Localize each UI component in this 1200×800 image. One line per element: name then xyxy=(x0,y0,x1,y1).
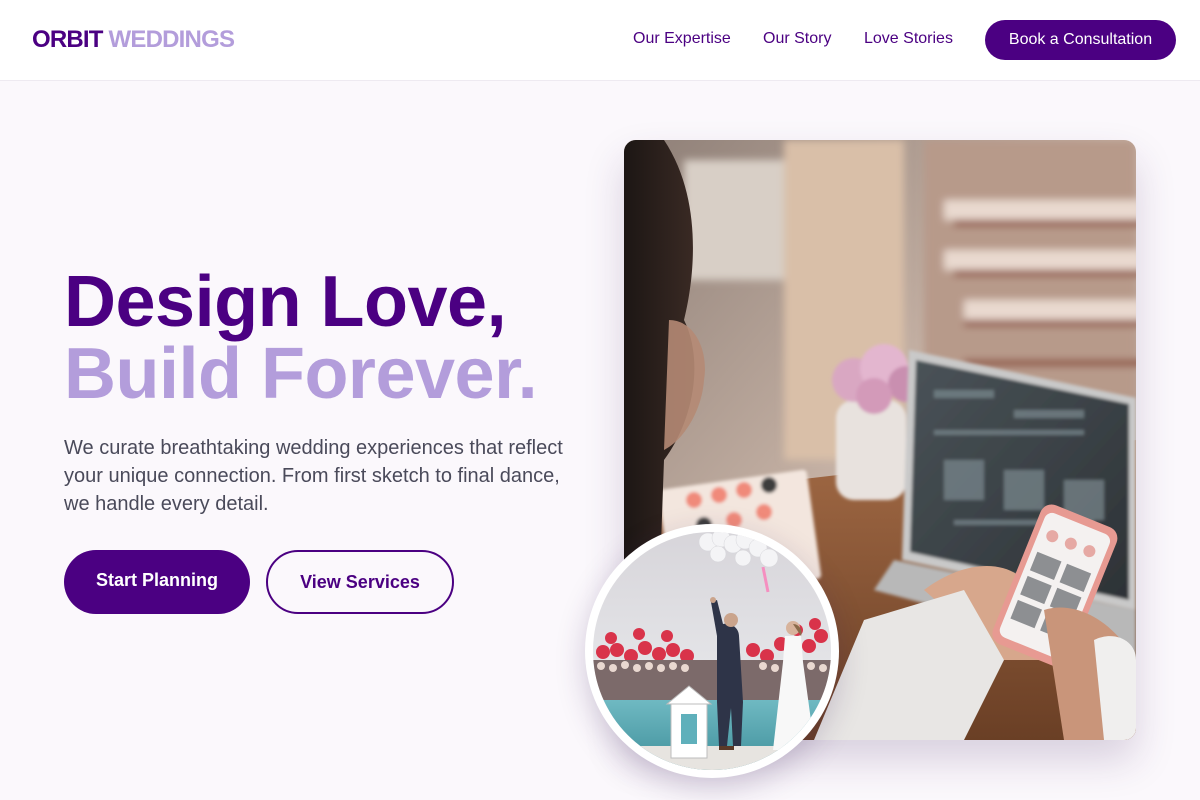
top-navigation: ORBIT WEDDINGS Our Expertise Our Story L… xyxy=(0,0,1200,81)
nav-link-our-story[interactable]: Our Story xyxy=(763,29,831,49)
nav-link-our-expertise[interactable]: Our Expertise xyxy=(633,29,731,49)
hero-description: We curate breathtaking wedding experienc… xyxy=(64,437,563,515)
view-services-button[interactable]: View Services xyxy=(266,550,454,614)
start-planning-button[interactable]: Start Planning xyxy=(64,550,250,614)
couple-photo-illustration xyxy=(593,532,831,770)
nav-link-love-stories[interactable]: Love Stories xyxy=(864,29,953,49)
hero-headline-line1: Design Love, xyxy=(64,262,507,342)
hero-headline-line2: Build Forever. xyxy=(64,334,538,414)
brand-name-part1: ORBIT xyxy=(32,26,103,53)
inset-couple-photo xyxy=(585,524,839,778)
hero-headline: Design Love, Build Forever. xyxy=(64,262,538,414)
brand-logo[interactable]: ORBIT WEDDINGS xyxy=(32,26,235,54)
book-consultation-button[interactable]: Book a Consultation xyxy=(985,20,1176,60)
brand-name-part2: WEDDINGS xyxy=(108,26,235,53)
